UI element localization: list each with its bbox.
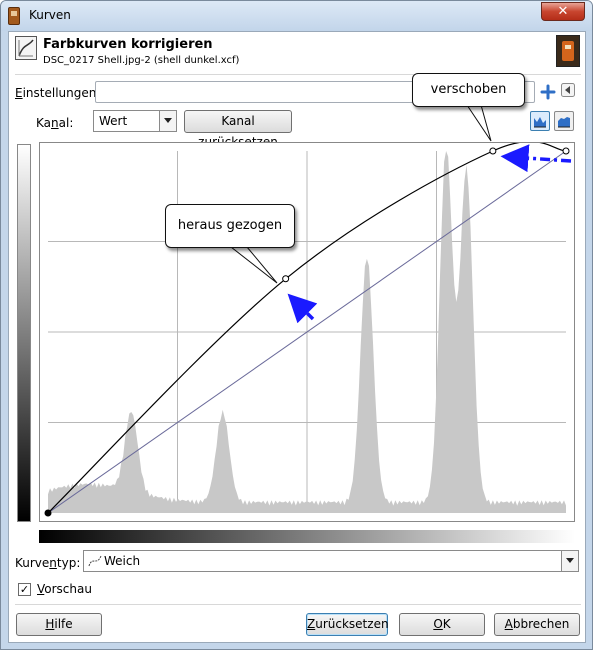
curve-type-value: Weich — [104, 554, 141, 568]
ok-button[interactable]: OK — [399, 613, 485, 636]
reset-button[interactable]: Zurücksetzen — [306, 613, 389, 636]
settings-label: Einstellungen: — [15, 86, 101, 100]
output-gradient-bar — [17, 144, 31, 522]
channel-label: Kanal: — [36, 116, 73, 130]
reset-channel-button[interactable]: Kanal zurücksetzen — [184, 110, 292, 149]
smooth-curve-icon — [88, 554, 102, 571]
title-bar[interactable]: Kurven ✕ — [1, 1, 592, 31]
curve-graph-canvas[interactable] — [40, 141, 574, 521]
callout-pulled-out: heraus gezogen — [165, 204, 295, 248]
curve-control-point — [489, 147, 497, 155]
curves-tool-icon — [15, 36, 37, 60]
dialog-content: Farbkurven korrigieren DSC_0217 Shell.jp… — [8, 31, 586, 643]
curve-graph[interactable] — [39, 141, 575, 522]
close-button[interactable]: ✕ — [541, 2, 585, 21]
window-title: Kurven — [29, 8, 71, 22]
settings-label-text: instellungen: — [22, 86, 101, 100]
dialog-title: Farbkurven korrigieren — [43, 37, 213, 52]
preview-checkbox[interactable]: ✓ — [18, 583, 31, 596]
curve-control-point — [562, 147, 570, 155]
preview-label-text: Vorschau — [37, 582, 92, 596]
linear-histogram-icon[interactable] — [530, 111, 550, 131]
channel-label-text: Kanal: — [36, 116, 74, 130]
reset-label: Zurücksetzen — [307, 617, 389, 631]
ok-label: OK — [433, 617, 451, 631]
input-gradient-bar — [39, 530, 575, 543]
curve-type-label-text: Kurventyp: — [15, 556, 81, 570]
chevron-down-icon — [561, 551, 578, 571]
curve-type-label: Kurventyp: — [15, 556, 80, 570]
curve-control-point — [282, 275, 290, 283]
preview-label[interactable]: Vorschau — [37, 582, 92, 596]
curve-control-point — [44, 509, 52, 517]
image-name: DSC_0217 Shell.jpg-2 (shell dunkel.xcf) — [43, 55, 240, 66]
help-button[interactable]: Hilfe — [16, 613, 102, 636]
log-histogram-icon[interactable] — [554, 111, 574, 131]
gimp-curves-icon — [8, 7, 20, 25]
cancel-button[interactable]: Abbrechen — [494, 613, 580, 636]
help-label: Hilfe — [45, 617, 73, 631]
triangle-left-icon[interactable] — [561, 83, 579, 101]
channel-value: Wert — [99, 114, 128, 128]
callout-moved: verschoben — [412, 73, 525, 107]
cancel-label: Abbrechen — [504, 617, 570, 631]
chevron-down-icon — [159, 111, 176, 131]
channel-select[interactable]: Wert — [93, 110, 177, 132]
image-thumbnail — [556, 35, 580, 67]
curves-dialog: Kurven ✕ Farbkurven korrigieren DSC_0217… — [0, 0, 593, 650]
curve-type-select[interactable]: Weich — [83, 550, 579, 572]
button-divider — [15, 604, 581, 605]
plus-icon[interactable] — [539, 83, 557, 101]
